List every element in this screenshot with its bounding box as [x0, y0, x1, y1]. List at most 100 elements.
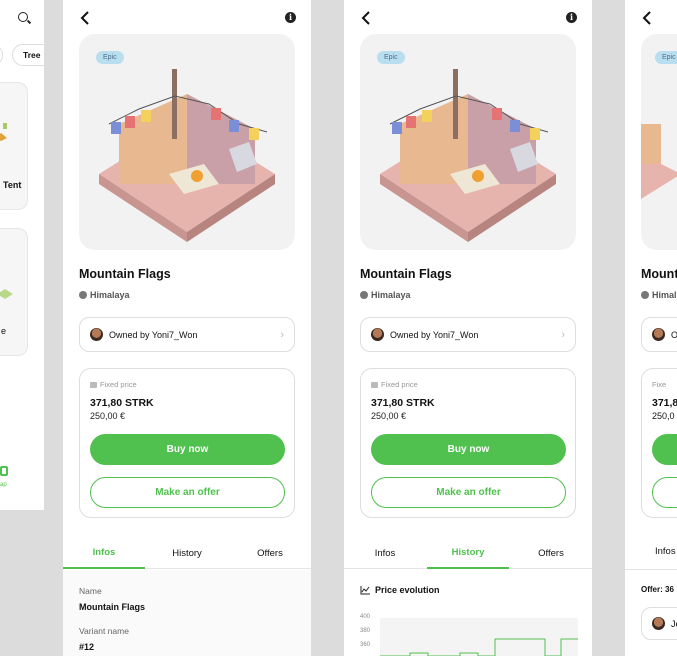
item-title: Mountain Flags: [79, 267, 171, 281]
price-evolution-label: Price evolution: [375, 585, 440, 595]
offer-row[interactable]: Je: [641, 607, 677, 640]
tab-offers[interactable]: Offers: [510, 537, 592, 569]
offer-user-label: Je: [671, 618, 677, 629]
nav-map-icon[interactable]: [0, 466, 8, 476]
tab-offers[interactable]: Offers: [229, 537, 311, 569]
name-label: Name: [79, 586, 102, 596]
owner-row[interactable]: O: [641, 317, 677, 352]
tab-bar: Infos History Offers: [344, 537, 592, 569]
buy-now-button[interactable]: Buy now: [90, 434, 285, 465]
infos-section: Name Mountain Flags Variant name #12: [63, 570, 311, 656]
owner-label: Owned by Yoni7_Won: [109, 329, 198, 340]
location: Himalaya: [360, 290, 411, 300]
rarity-badge: Epic: [655, 51, 677, 64]
variant-value: #12: [79, 642, 95, 652]
item-card[interactable]: e: [0, 228, 28, 356]
tab-bar: Infos History Offers: [63, 537, 311, 569]
make-offer-button[interactable]: [652, 477, 677, 508]
price-strk: 371,80 STRK: [371, 397, 435, 409]
tent-illustration: [380, 69, 556, 242]
price-type-label: Fixe: [652, 380, 667, 389]
owner-label: Owned by Yoni7_Won: [390, 329, 479, 340]
variant-label: Variant name: [79, 626, 129, 636]
detail-screen-offers: Epic Mount Himal O Fixe 371,8 250,0 Info…: [625, 0, 677, 656]
chevron-right-icon: ›: [280, 328, 284, 341]
location-label: Himalaya: [371, 290, 411, 300]
info-icon[interactable]: i: [566, 12, 577, 23]
avatar: [371, 328, 384, 341]
buy-now-button[interactable]: Buy now: [371, 434, 566, 465]
item-image: Epic: [641, 34, 677, 250]
location: Himal: [641, 290, 677, 300]
back-icon[interactable]: [641, 10, 655, 26]
y-tick: 400: [360, 614, 371, 620]
location-label: Himal: [652, 290, 677, 300]
offer-amount: Offer: 36: [641, 585, 674, 594]
owner-row[interactable]: Owned by Yoni7_Won ›: [79, 317, 295, 352]
tab-infos[interactable]: Infos: [655, 546, 676, 557]
item-title: e: [1, 326, 7, 336]
make-offer-button[interactable]: Make an offer: [90, 477, 285, 508]
owner-label: O: [671, 329, 677, 340]
price-eur: 250,0: [652, 411, 675, 421]
tent-illustration-partial: [641, 124, 677, 199]
y-tick: 360: [360, 642, 371, 648]
name-value: Mountain Flags: [79, 602, 145, 612]
price-box: Fixe 371,8 250,0: [641, 368, 677, 518]
search-icon[interactable]: [18, 12, 28, 22]
tab-history[interactable]: History: [146, 537, 228, 569]
tab-history[interactable]: History: [427, 537, 509, 569]
globe-icon: [79, 291, 87, 299]
tab-infos[interactable]: Infos: [63, 537, 145, 569]
filter-chip-tree[interactable]: Tree: [12, 44, 44, 66]
price-eur: 250,00 €: [90, 411, 126, 421]
tab-bar-line: [625, 569, 677, 570]
tab-infos[interactable]: Infos: [344, 537, 426, 569]
price-type: Fixed price: [371, 380, 418, 389]
back-icon[interactable]: [79, 10, 93, 26]
price-box: Fixed price 371,80 STRK 250,00 € Buy now…: [79, 368, 295, 518]
y-tick: 380: [360, 628, 371, 634]
price-chart: 400 380 360: [360, 612, 580, 656]
item-thumbnail: [0, 123, 7, 141]
price-type-label: Fixed price: [381, 380, 418, 389]
rarity-badge: Epic: [96, 51, 124, 64]
avatar: [652, 617, 665, 630]
buy-now-button[interactable]: [652, 434, 677, 465]
rarity-badge: Epic: [377, 51, 405, 64]
globe-icon: [641, 291, 649, 299]
item-card[interactable]: Tent: [0, 82, 28, 210]
tag-icon: [90, 381, 97, 388]
tag-icon: [371, 381, 378, 388]
chart-icon: [360, 585, 370, 594]
avatar: [90, 328, 103, 341]
left-screen: Tree Tent e ap: [0, 0, 44, 510]
filter-chip-prev[interactable]: [0, 44, 3, 66]
owner-row[interactable]: Owned by Yoni7_Won ›: [360, 317, 576, 352]
avatar: [652, 328, 665, 341]
price-evolution-title: Price evolution: [360, 585, 440, 595]
chevron-right-icon: ›: [561, 328, 565, 341]
tent-illustration: [99, 69, 275, 242]
chart-line: [380, 638, 578, 656]
location: Himalaya: [79, 290, 130, 300]
back-icon[interactable]: [360, 10, 374, 26]
globe-icon: [360, 291, 368, 299]
chip-label: Tree: [23, 50, 41, 60]
make-offer-button[interactable]: Make an offer: [371, 477, 566, 508]
detail-screen-history: i Epic Mountain Flags Himalaya Owned by …: [344, 0, 592, 656]
location-label: Himalaya: [90, 290, 130, 300]
price-type: Fixed price: [90, 380, 137, 389]
item-title: Mountain Flags: [360, 267, 452, 281]
info-icon[interactable]: i: [285, 12, 296, 23]
price-box: Fixed price 371,80 STRK 250,00 € Buy now…: [360, 368, 576, 518]
nav-label: ap: [0, 482, 7, 488]
item-image: Epic: [79, 34, 295, 250]
item-image: Epic: [360, 34, 576, 250]
item-title: Tent: [3, 180, 22, 190]
price-strk: 371,80 STRK: [90, 397, 154, 409]
price-type-label: Fixed price: [100, 380, 137, 389]
price-eur: 250,00 €: [371, 411, 407, 421]
item-title: Mount: [641, 267, 677, 281]
detail-screen-infos: i Epic Mountain Flags Himalaya Owned by …: [63, 0, 311, 656]
